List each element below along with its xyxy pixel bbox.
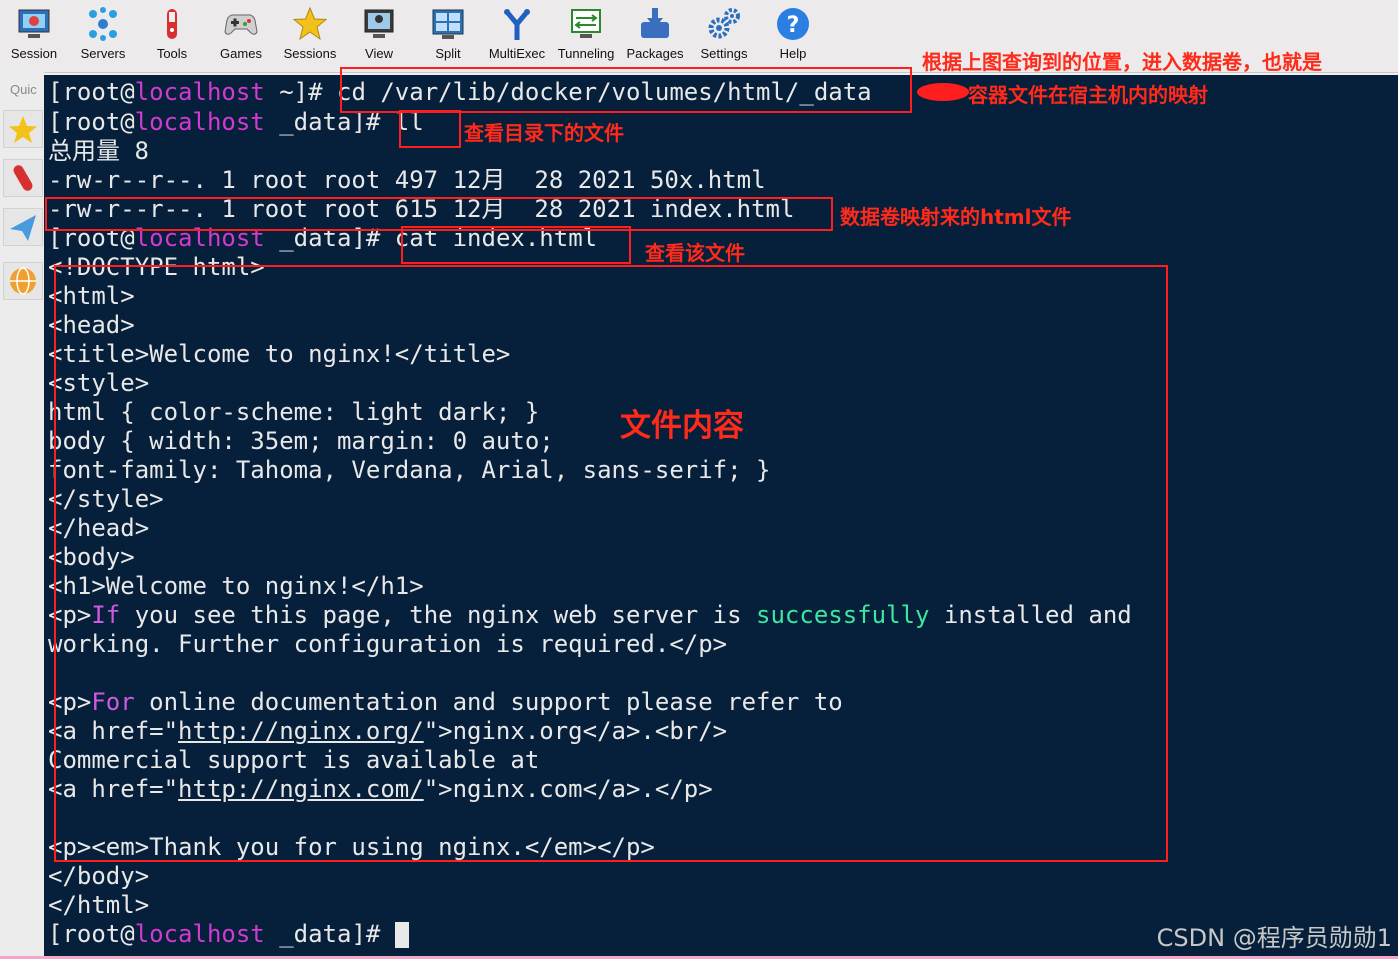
toolbar-servers-label: Servers — [80, 46, 126, 61]
sidebar-globe-button[interactable] — [3, 262, 43, 300]
toolbar-tools-label: Tools — [156, 46, 188, 61]
toolbar-help-label: Help — [779, 46, 807, 61]
cd-note-line1: 根据上图查询到的位置，进入数据卷，也就是 — [922, 50, 1322, 74]
svg-text:?: ? — [787, 13, 800, 38]
servers-network-icon — [89, 7, 117, 41]
favorites-star-icon — [9, 116, 37, 143]
toolbar-tools-button[interactable]: Tools — [139, 4, 205, 68]
toolbar-servers-button[interactable]: Servers — [70, 4, 136, 68]
toolbar-packages-label: Packages — [626, 46, 684, 61]
tools-knife-icon — [167, 9, 177, 39]
content-note: 文件内容 — [620, 408, 744, 444]
cd-command-highlight-box — [340, 67, 912, 113]
toolbar-packages-button[interactable]: Packages — [622, 4, 688, 68]
sessions-star-icon — [292, 6, 328, 41]
packages-download-icon — [641, 8, 669, 38]
quick-connect-label[interactable]: Quic — [10, 82, 37, 97]
toolbar-split-label: Split — [435, 46, 461, 61]
toolbar-help-button[interactable]: ? Help — [760, 4, 826, 68]
ll-command-highlight-box — [399, 110, 461, 148]
games-gamepad-icon — [224, 14, 258, 35]
toolbar-tunneling-button[interactable]: Tunneling — [553, 4, 619, 68]
session-monitor-icon — [18, 9, 50, 38]
redaction-mark-icon — [917, 83, 969, 101]
split-grid-icon — [432, 9, 464, 39]
cd-note-line2: 容器文件在宿主机内的映射 — [968, 83, 1208, 107]
toolbar-sessions-button[interactable]: Sessions — [277, 4, 343, 68]
cat-command-highlight-box — [401, 226, 631, 264]
terminal-cursor — [394, 922, 409, 948]
html-line-end-html: </html> — [48, 891, 150, 919]
toolbar-split-button[interactable]: Split — [415, 4, 481, 68]
help-question-icon: ? — [777, 8, 809, 40]
sidebar-tools-button[interactable] — [3, 159, 43, 197]
html-line-end-body: </body> — [48, 862, 150, 890]
toolbar-settings-button[interactable]: Settings — [691, 4, 757, 68]
sidebar-send-button[interactable] — [3, 208, 43, 246]
globe-icon — [10, 267, 36, 295]
toolbar-session-button[interactable]: Session — [1, 4, 67, 68]
toolbar-view-label: View — [365, 46, 393, 61]
view-monitor-icon — [364, 9, 394, 38]
file-content-highlight-box — [54, 265, 1168, 862]
terminal-line-total: 总用量 8 — [48, 137, 149, 165]
toolbar-sessions-label: Sessions — [283, 46, 337, 61]
terminal-line-50x: -rw-r--r--. 1 root root 497 12月 28 2021 … — [48, 166, 766, 194]
quick-connect-sidebar — [0, 72, 44, 959]
settings-gears-icon — [708, 8, 740, 39]
sidebar-favorites-button[interactable] — [3, 110, 43, 148]
multiexec-fork-icon — [504, 9, 530, 40]
toolbar-multiexec-button[interactable]: MultiExec — [484, 4, 550, 68]
toolbar-session-label: Session — [10, 46, 58, 61]
ll-note: 查看目录下的文件 — [464, 121, 624, 145]
cat-note: 查看该文件 — [645, 241, 745, 265]
toolbar-view-button[interactable]: View — [346, 4, 412, 68]
tunneling-icon — [571, 9, 601, 38]
csdn-watermark: CSDN @程序员勋勋1 — [1156, 924, 1392, 952]
toolbar-games-label: Games — [220, 46, 262, 61]
toolbar-settings-label: Settings — [700, 46, 748, 61]
terminal-last-prompt: [root@localhost _data]# — [48, 920, 409, 949]
toolbar-tunneling-label: Tunneling — [557, 46, 615, 61]
toolbar-games-button[interactable]: Games — [208, 4, 274, 68]
toolbar-multiexec-label: MultiExec — [488, 46, 546, 61]
send-arrow-icon — [10, 215, 36, 241]
index-note: 数据卷映射来的html文件 — [840, 205, 1072, 229]
tools-knife-icon — [13, 165, 33, 191]
